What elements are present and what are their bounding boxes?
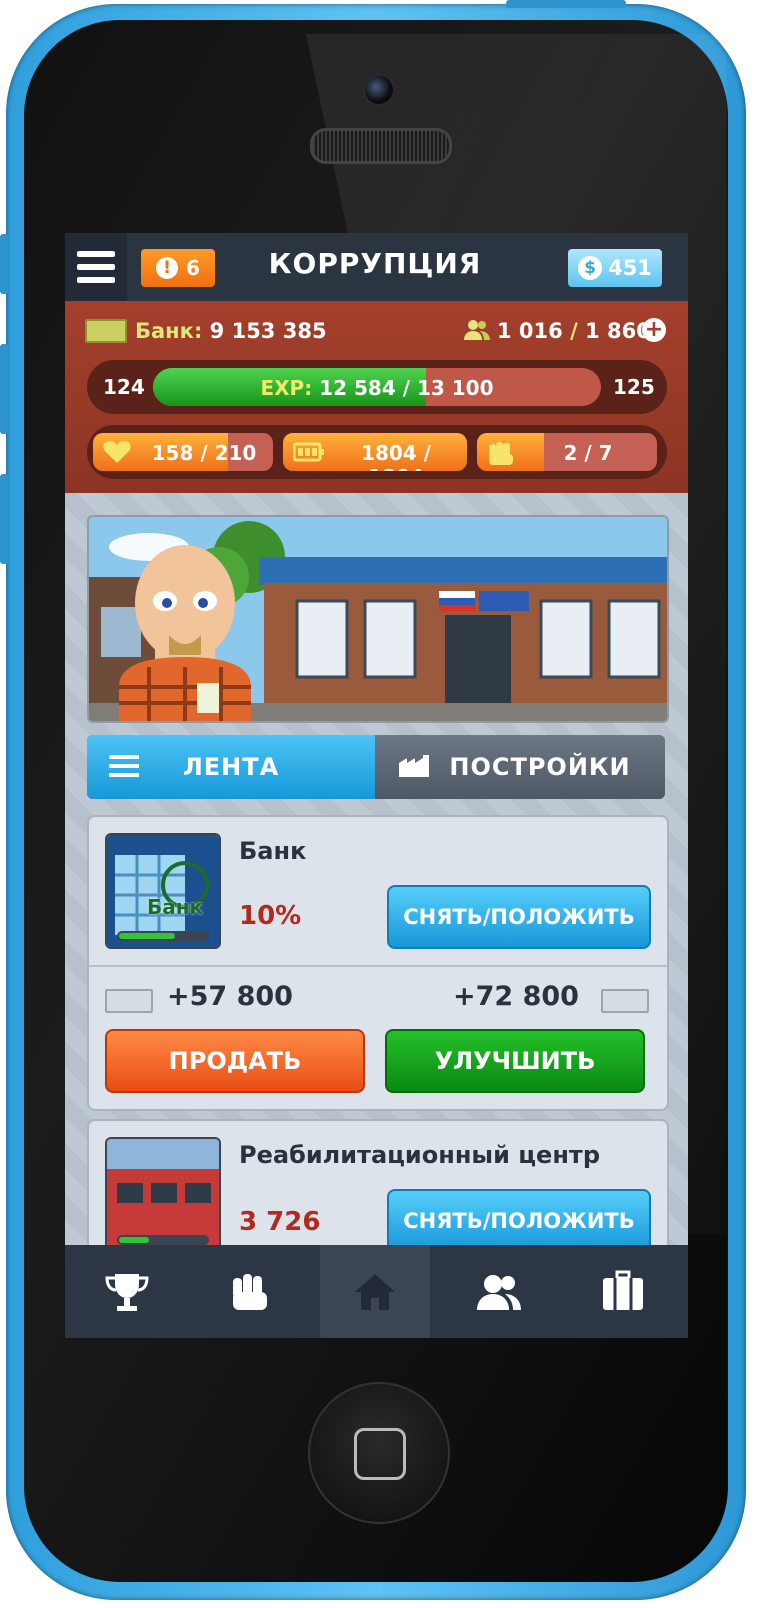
briefcase-icon [603,1270,643,1310]
home-icon [355,1273,395,1310]
dollar-icon: $ [578,256,603,280]
police-station-illustration [89,517,667,721]
cash-icon [601,989,649,1013]
exp-text: EXP: 12 584 / 13 100 [153,376,601,400]
earpiece-speaker [310,128,452,164]
fists-value: 2 / 7 [563,441,613,465]
exp-row: 124 EXP: 12 584 / 13 100 125 [87,360,667,414]
upgrade-button[interactable]: УЛУЧШИТЬ [385,1029,645,1093]
health-bar[interactable]: 158 / 210 [93,433,273,471]
fists-bar[interactable]: 2 / 7 [477,433,657,471]
menu-icon-line [77,251,115,257]
menu-icon-line [77,277,115,283]
exp-bar: EXP: 12 584 / 13 100 [153,368,601,406]
nav-home[interactable] [320,1245,430,1338]
menu-icon-line [77,264,115,270]
currency-amount: 451 [608,256,652,280]
fist-icon [233,1273,267,1310]
level-next: 125 [613,375,655,399]
alerts-button[interactable]: ! 6 [141,249,215,287]
withdraw-deposit-button[interactable]: СНЯТЬ/ПОЛОЖИТЬ [387,1189,651,1253]
home-button-square-icon [354,1428,406,1480]
health-value: 158 / 210 [151,441,257,465]
income-right: +72 800 [453,981,579,1012]
bank-label: Банк: [135,319,203,343]
view-tabs: ЛЕНТА ПОСТРОЙКИ [87,735,665,799]
front-camera [363,74,395,106]
energy-bar[interactable]: 1804 / 1804 [283,433,467,471]
app-screen: ! 6 КОРРУПЦИЯ $ 451 Банк: 9 153 385 1 01… [65,233,688,1338]
trophy-icon [105,1273,149,1311]
card-divider [89,965,667,967]
bank-thumbnail-label: Банк [147,895,204,919]
nav-trophy[interactable] [65,1245,189,1338]
alert-icon: ! [156,257,179,279]
alert-count: 6 [186,256,200,280]
location-banner [87,515,669,723]
people-count: 1 016 / 1 860 [497,319,651,343]
people-current: 1 016 [497,319,563,343]
tab-buildings-label: ПОСТРОЙКИ [449,753,631,781]
menu-button[interactable] [65,233,127,301]
top-bar: ! 6 КОРРУПЦИЯ $ 451 [65,233,688,301]
sell-button[interactable]: ПРОДАТЬ [105,1029,365,1093]
energy-value: 1804 / 1804 [361,441,431,471]
factory-icon [397,753,433,785]
card-value: 3 726 [239,1207,321,1237]
mute-switch [0,234,8,294]
exp-value: 12 584 / 13 100 [319,376,494,400]
withdraw-deposit-button[interactable]: СНЯТЬ/ПОЛОЖИТЬ [387,885,651,949]
people-separator: / [570,319,578,343]
building-card-bank: Банк Банк 10% СНЯТЬ/ПОЛОЖИТЬ +57 800 +72… [87,815,669,1111]
resources-row: 158 / 210 1804 / 1804 2 / 7 [87,425,667,479]
card-value: 10% [239,901,302,931]
bank-value: 9 153 385 [209,319,327,343]
exp-label: EXP: [260,376,313,400]
level-current: 124 [103,375,145,399]
list-icon [109,753,139,785]
bottom-nav [65,1245,688,1338]
nav-fight[interactable] [189,1245,313,1338]
nav-people[interactable] [437,1245,561,1338]
card-title: Реабилитационный центр [239,1141,601,1169]
cash-icon [105,989,153,1013]
bank-balance: Банк: 9 153 385 [135,319,327,343]
page-title: КОРРУПЦИЯ [268,247,482,280]
people-max: 1 860 [585,319,651,343]
currency-button[interactable]: $ 451 [568,249,662,287]
volume-up-button [0,344,8,434]
people-icon [463,319,491,341]
stats-panel: Банк: 9 153 385 1 016 / 1 860 + 124 EXP:… [65,301,688,493]
content-area: ЛЕНТА ПОСТРОЙКИ Банк Банк 10% СНЯТЬ/ПОЛО… [65,493,688,1323]
tab-feed-label: ЛЕНТА [182,753,280,781]
fist-icon [487,440,517,465]
cash-icon [85,319,127,343]
home-button[interactable] [308,1382,450,1524]
tab-buildings[interactable]: ПОСТРОЙКИ [375,735,665,799]
rehab-thumbnail [105,1137,221,1253]
battery-icon [292,440,324,464]
tab-feed[interactable]: ЛЕНТА [87,735,375,799]
card-title: Банк [239,837,307,865]
income-left: +57 800 [167,981,293,1012]
power-button [506,0,626,8]
nav-inventory[interactable] [561,1245,685,1338]
people-icon [477,1274,521,1310]
bank-thumbnail: Банк [105,833,221,949]
add-people-button[interactable]: + [642,318,666,342]
heart-icon [103,440,133,464]
volume-down-button [0,474,8,564]
